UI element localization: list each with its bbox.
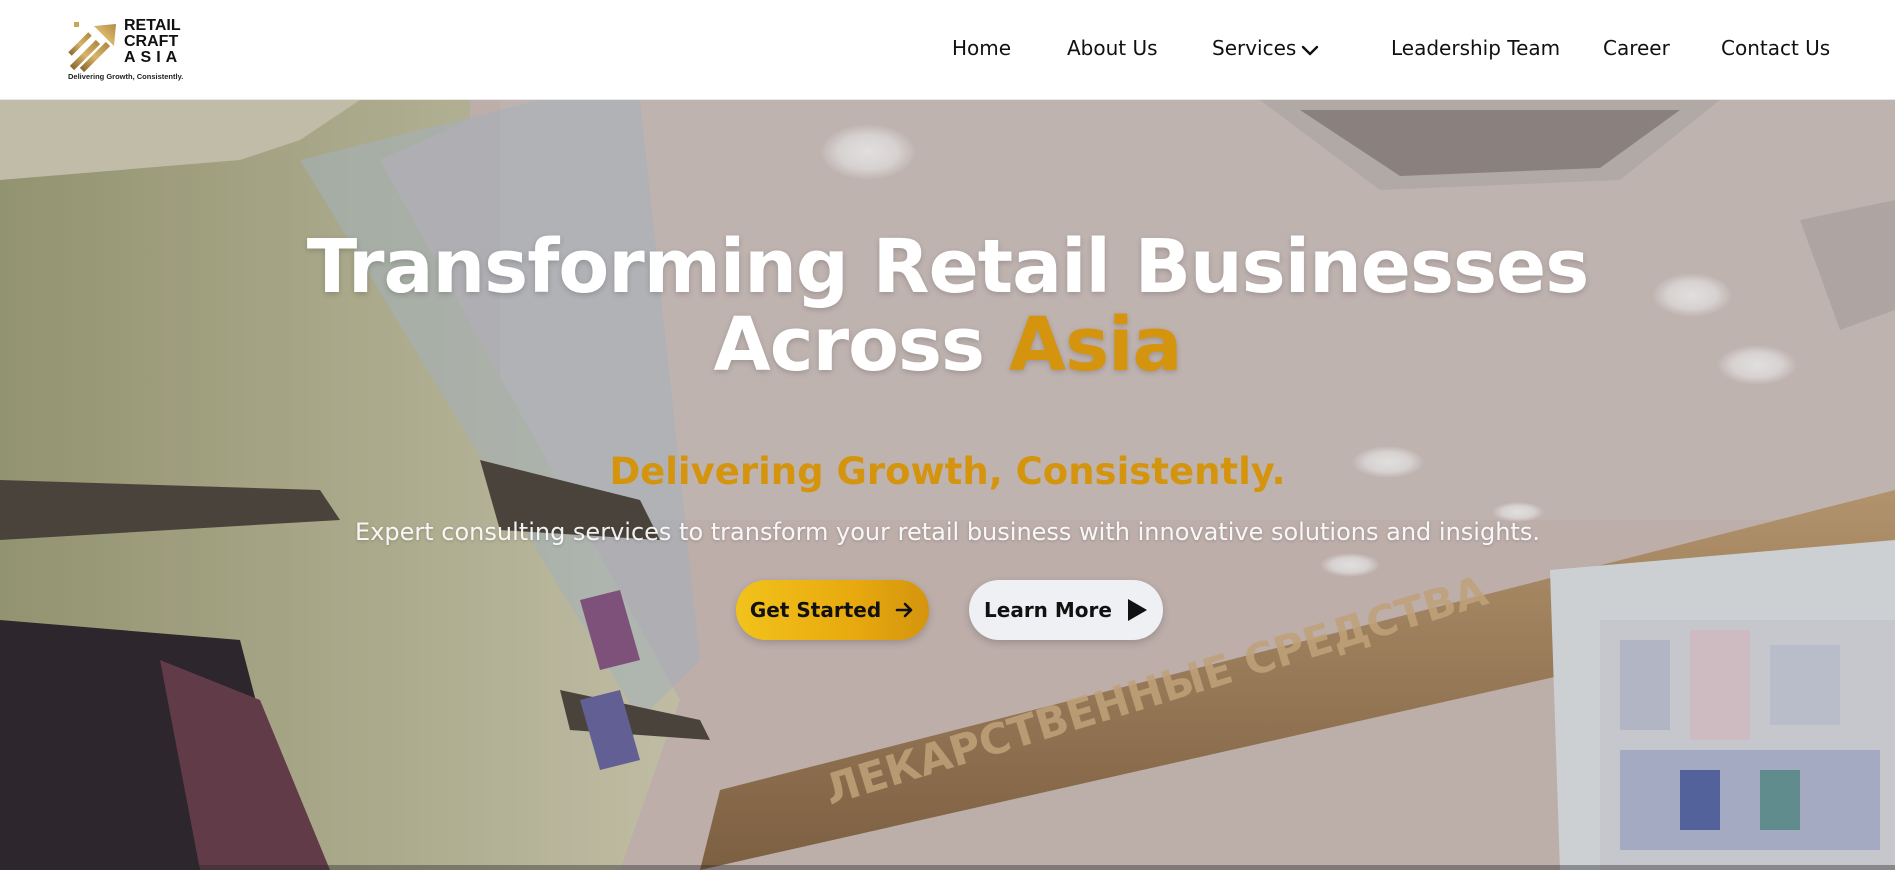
hero-subtext: Expert consulting services to transform … <box>355 518 1540 546</box>
nav-services-label: Services <box>1212 36 1297 60</box>
hero-title-asia: Asia <box>1008 302 1183 388</box>
hero-title: Transforming Retail Businesses Across As… <box>0 228 1895 384</box>
nav-contact-us[interactable]: Contact Us <box>1721 36 1830 60</box>
nav-leadership-team[interactable]: Leadership Team <box>1391 36 1560 60</box>
hero-title-line2: Across Asia <box>0 306 1895 384</box>
hero-title-across: Across <box>713 302 986 388</box>
hero-section: ЛЕКАРСТВЕННЫЕ СРЕДСТВА Transforming Reta… <box>0 100 1895 870</box>
main-nav: Home About Us Services Leadership Team C… <box>0 36 1895 64</box>
nav-services[interactable]: Services <box>1212 36 1296 60</box>
chevron-down-icon[interactable] <box>1300 40 1320 60</box>
logo-tagline: Delivering Growth, Consistently. <box>68 72 184 81</box>
nav-career[interactable]: Career <box>1603 36 1670 60</box>
get-started-button[interactable]: Get Started <box>736 580 929 640</box>
arrow-right-icon <box>895 602 913 618</box>
play-icon <box>1127 599 1147 621</box>
nav-home[interactable]: Home <box>952 36 1011 60</box>
nav-about-us[interactable]: About Us <box>1067 36 1158 60</box>
get-started-label: Get Started <box>749 598 882 622</box>
site-header: RETAIL CRAFT ASIA Delivering Growth, Con… <box>0 0 1895 100</box>
logo-word-retail: RETAIL <box>124 17 181 34</box>
learn-more-button[interactable]: Learn More <box>969 580 1163 640</box>
hero-title-line1: Transforming Retail Businesses <box>306 224 1590 310</box>
learn-more-label: Learn More <box>984 598 1112 622</box>
hero-tagline: Delivering Growth, Consistently. <box>609 450 1286 493</box>
